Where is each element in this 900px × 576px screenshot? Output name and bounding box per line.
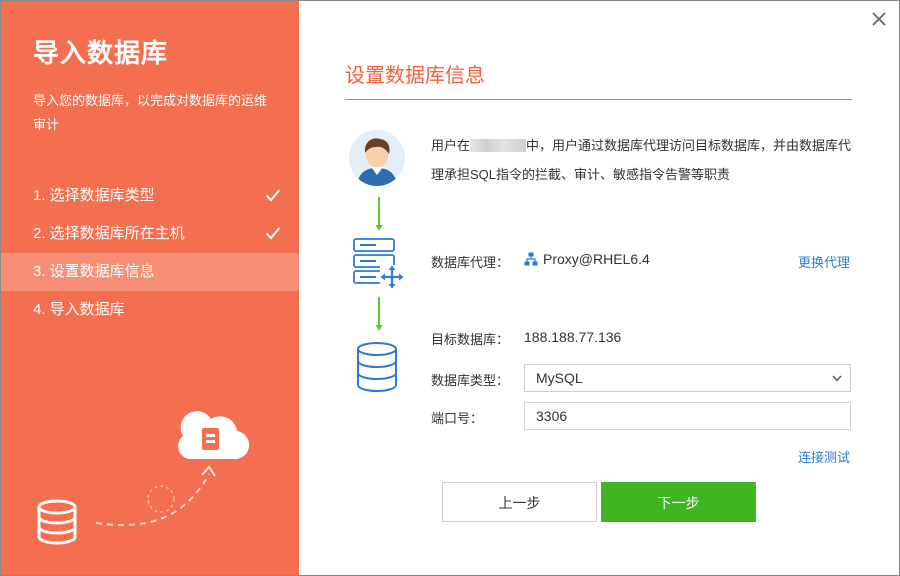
cloud-upload-illustration [37,411,250,545]
chevron-down-icon [832,375,842,382]
wizard-steps: 1. 选择数据库类型 2. 选择数据库所在主机 3. 设置数据库信息 4. 导入… [1,177,299,329]
port-input[interactable] [524,402,851,430]
step-label: 2. 选择数据库所在主机 [33,225,185,242]
sidebar-title: 导入数据库 [33,38,169,68]
next-step-button[interactable]: 下一步 [601,482,756,522]
close-icon[interactable] [869,9,889,29]
user-avatar-icon [349,130,405,186]
db-type-select[interactable]: MySQL [524,364,851,392]
check-icon [265,227,281,240]
step-set-db-info[interactable]: 3. 设置数据库信息 [1,253,299,291]
proxy-label: 数据库代理： [431,255,510,270]
previous-step-button[interactable]: 上一步 [442,482,597,522]
target-db-label: 目标数据库： [431,332,510,347]
proxy-name: Proxy@RHEL6.4 [543,251,650,267]
cloud-icon [178,411,250,460]
database-icon [357,342,397,392]
network-icon [524,252,538,266]
step-select-host[interactable]: 2. 选择数据库所在主机 [1,215,299,253]
flow-arrow-icon [375,197,383,231]
db-type-value: MySQL [536,370,583,386]
target-db-value: 188.188.77.136 [524,329,622,345]
step-label: 3. 设置数据库信息 [33,263,155,280]
title-divider [345,99,852,100]
db-type-label: 数据库类型： [431,373,510,388]
proxy-info-text: 用户在 中，用户通过数据库代理访问目标数据库，并由数据库代理承担SQL指令的拦截、… [431,131,856,189]
step-import-db[interactable]: 4. 导入数据库 [1,291,299,329]
wizard-sidebar: 导入数据库 导入您的数据库，以完成对数据库的运维审计 1. 选择数据库类型 2.… [1,1,299,575]
step-label: 4. 导入数据库 [33,301,125,318]
port-label: 端口号： [431,411,484,426]
connection-test-link[interactable]: 连接测试 [798,447,850,466]
database-icon [37,499,77,545]
flow-arrow-icon [375,297,383,331]
check-icon [265,189,281,202]
proxy-server-icon [353,238,404,289]
step-select-db-type[interactable]: 1. 选择数据库类型 [1,177,299,215]
sidebar-description: 导入您的数据库，以完成对数据库的运维审计 [33,93,268,132]
change-proxy-link[interactable]: 更换代理 [798,252,850,271]
info-prefix: 用户在 [431,138,471,153]
import-database-dialog: 导入数据库 导入您的数据库，以完成对数据库的运维审计 1. 选择数据库类型 2.… [0,0,900,576]
proxy-value: Proxy@RHEL6.4 [524,251,650,267]
redacted-host-mask [470,139,527,152]
step-label: 1. 选择数据库类型 [33,187,155,204]
section-title: 设置数据库信息 [345,65,485,87]
